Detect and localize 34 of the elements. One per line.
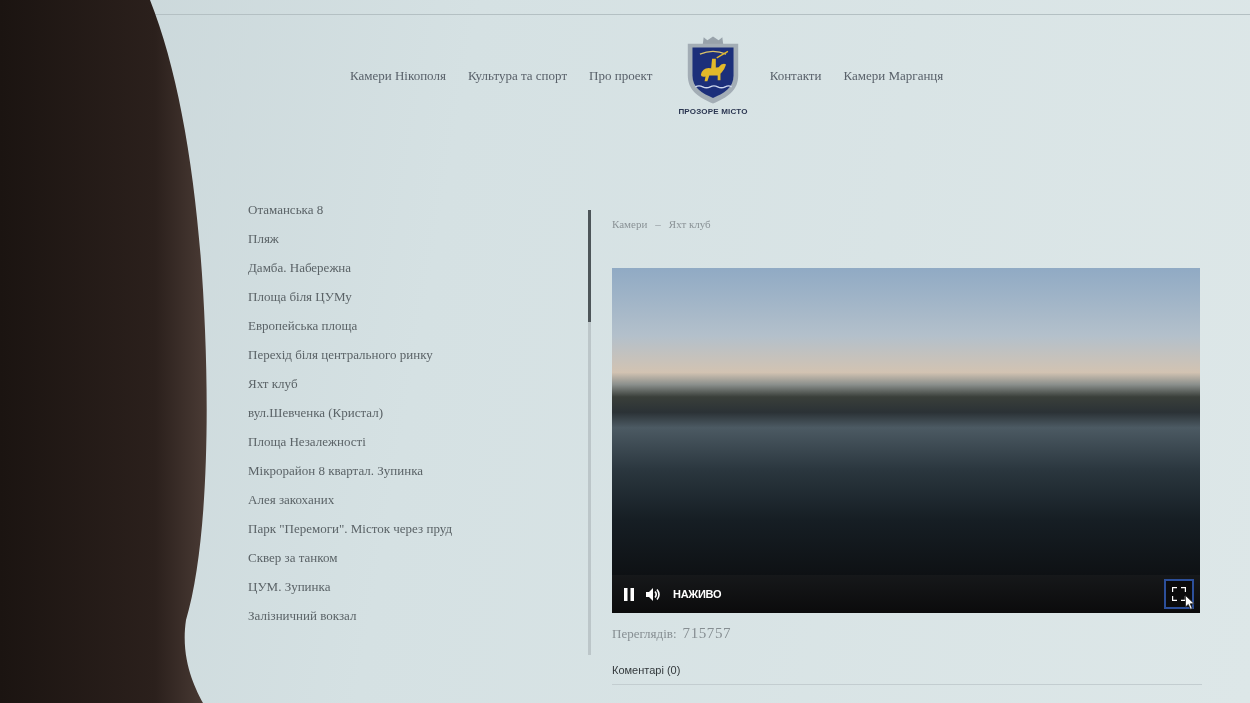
comments-heading: Коментарі (0) — [612, 664, 681, 676]
views-label: Переглядів: — [612, 626, 677, 642]
camera-link[interactable]: Залізничний вокзал — [248, 601, 357, 630]
speaker-icon[interactable] — [646, 587, 661, 601]
camera-link[interactable]: Мікрорайон 8 квартал. Зупинка — [248, 456, 424, 485]
camera-link[interactable]: вул.Шевченка (Кристал) — [248, 398, 384, 427]
camera-link[interactable]: ЦУМ. Зупинка — [248, 572, 331, 601]
breadcrumb-link[interactable]: Камери — [612, 217, 648, 231]
camera-link[interactable]: Парк "Перемоги". Місток через пруд — [248, 514, 452, 543]
pause-icon[interactable] — [624, 587, 634, 601]
camera-link[interactable]: Площа Незалежності — [248, 427, 366, 456]
logo-caption: ПРОЗОРЕ МІСТО — [678, 106, 748, 116]
cursor-icon — [1185, 595, 1195, 610]
breadcrumb-separator: – — [655, 217, 661, 231]
fullscreen-icon — [1172, 587, 1186, 601]
coat-of-arms-icon[interactable] — [685, 35, 741, 104]
breadcrumb-current: Яхт клуб — [668, 217, 711, 231]
camera-link[interactable]: Алея закоханих — [248, 485, 335, 514]
scrollbar-thumb[interactable] — [588, 210, 591, 322]
camera-link[interactable]: Площа біля ЦУМу — [248, 282, 352, 311]
camera-link[interactable]: Сквер за танком — [248, 543, 338, 572]
nav-link[interactable]: Культура та спорт — [467, 67, 568, 84]
camera-link[interactable]: Яхт клуб — [248, 369, 298, 398]
nav-link[interactable]: Контакти — [769, 67, 822, 84]
nav-link[interactable]: Камери Марганця — [843, 67, 944, 84]
camera-link[interactable]: Перехід біля центрального ринку — [248, 340, 433, 369]
nav-link[interactable]: Про проект — [589, 67, 653, 84]
nav-link[interactable]: Камери Нікополя — [350, 67, 446, 84]
camera-link[interactable]: Отаманська 8 — [248, 195, 324, 224]
live-label: НАЖИВО — [673, 588, 722, 600]
camera-link[interactable]: Пляж — [248, 224, 279, 253]
camera-link[interactable]: Дамба. Набережна — [248, 253, 352, 282]
views-count: 715757 — [682, 625, 732, 642]
camera-link[interactable]: Европейська площа — [248, 311, 358, 340]
